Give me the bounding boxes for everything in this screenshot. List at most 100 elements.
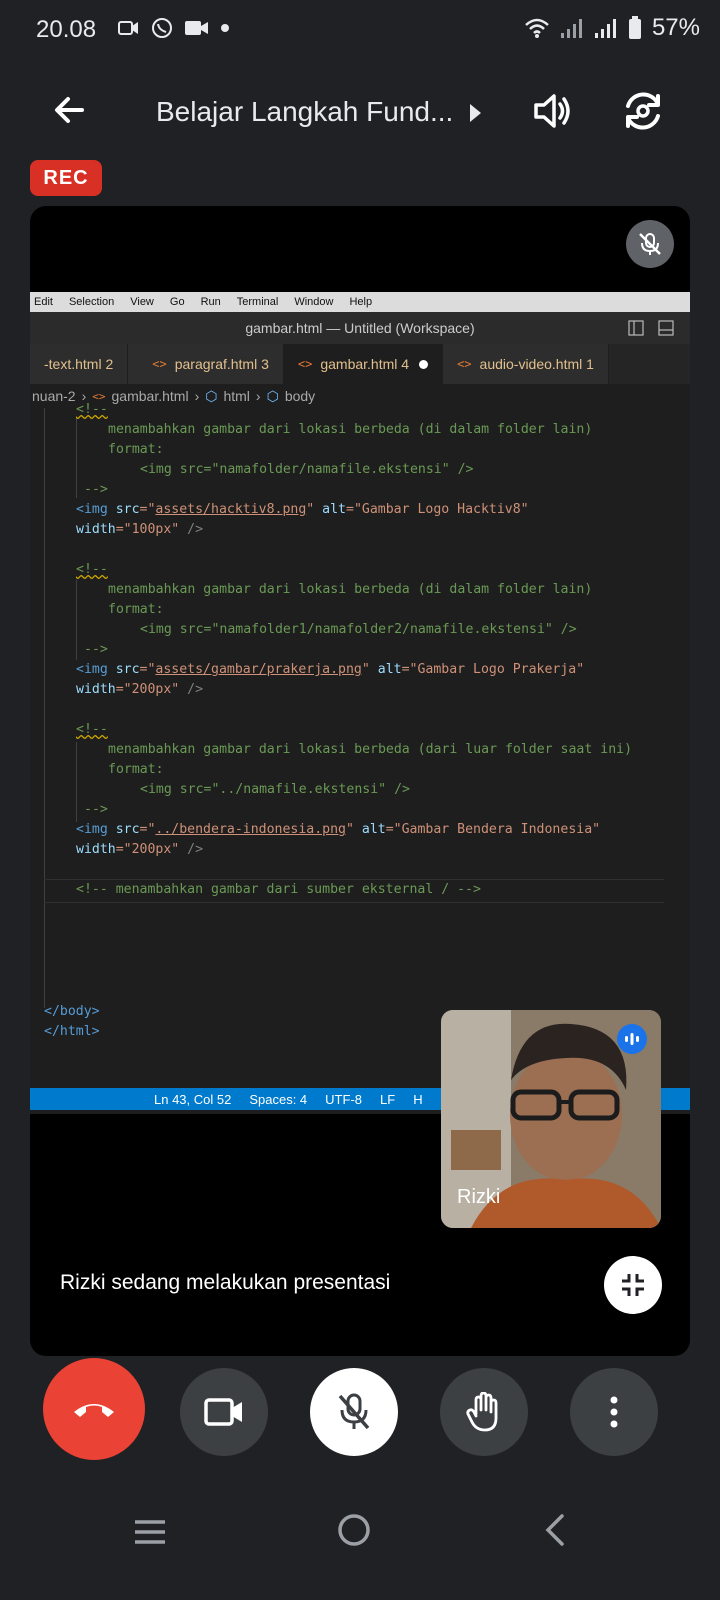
system-back-button[interactable]	[542, 1512, 566, 1553]
code-line: <!--	[76, 402, 108, 417]
self-view-tile[interactable]: Rizki	[441, 1010, 661, 1228]
recents-button[interactable]	[133, 1518, 167, 1551]
html-file-icon: <>	[297, 357, 313, 371]
whatsapp-icon	[152, 18, 172, 38]
raise-hand-icon	[466, 1392, 498, 1432]
code-token: width	[76, 522, 116, 537]
video-call-notification-icon	[118, 21, 138, 35]
home-icon	[338, 1514, 370, 1546]
raise-hand-button[interactable]	[440, 1368, 528, 1456]
fullscreen-exit-icon	[622, 1274, 644, 1296]
menu-run: Run	[200, 296, 221, 308]
tab-label: audio-video.html	[479, 356, 583, 372]
code-token: ="	[139, 662, 156, 677]
back-button[interactable]	[48, 88, 92, 132]
tab-count: 1	[586, 356, 594, 372]
code-token: />	[179, 522, 204, 537]
code-token: "	[345, 822, 362, 837]
code-line: <img src="assets/gambar/prakerja.png" al…	[76, 660, 584, 680]
status-right-icons: 57%	[524, 14, 700, 42]
code-line: format:	[108, 442, 164, 457]
presentation-tile[interactable]: Edit Selection View Go Run Terminal Wind…	[30, 206, 690, 1356]
code-token: ="Gambar Logo Prakerja"	[401, 662, 585, 677]
more-vert-icon	[610, 1396, 618, 1428]
speaking-indicator	[617, 1024, 647, 1054]
language-mode: H	[413, 1091, 423, 1107]
home-button[interactable]	[336, 1512, 372, 1553]
breadcrumb-html: html	[223, 388, 250, 404]
cube-symbol-icon: ⬡	[205, 387, 218, 404]
unsaved-dot-icon	[419, 359, 429, 369]
switch-camera-button[interactable]	[620, 88, 666, 134]
indent-guide	[76, 418, 77, 498]
speaker-button[interactable]	[530, 88, 576, 134]
code-token: />	[179, 842, 204, 857]
code-token: ="	[139, 822, 156, 837]
html-file-icon: <>	[457, 357, 472, 371]
code-token: ="Gambar Bendera Indonesia"	[385, 822, 601, 837]
code-token: ="200px"	[115, 842, 180, 857]
code-token: ="100px"	[115, 522, 180, 537]
code-token: src	[115, 662, 140, 677]
code-token: alt	[361, 822, 386, 837]
code-token: <img	[76, 662, 116, 677]
breadcrumb-file: gambar.html	[111, 388, 189, 404]
code-line: <img src="assets/hacktiv8.png" alt="Gamb…	[76, 500, 529, 520]
breadcrumb-folder: nuan-2	[32, 388, 76, 404]
breadcrumb: nuan-2 › <> gambar.html › ⬡ html › ⬡ bod…	[30, 384, 690, 408]
camera-toggle-button[interactable]	[180, 1368, 268, 1456]
presenting-caption: Rizki sedang melakukan presentasi	[60, 1271, 391, 1294]
tab-paragraf-html: <> paragraf.html 3	[128, 344, 284, 384]
menu-go: Go	[169, 296, 185, 308]
code-line: width="200px" />	[76, 840, 203, 860]
code-token: ="200px"	[115, 682, 180, 697]
code-token: <img	[76, 502, 116, 517]
presenter-muted-indicator	[626, 220, 674, 268]
tab-text-html: -text.html 2	[30, 344, 129, 384]
indent-guide	[76, 742, 77, 822]
vscode-title-bar: gambar.html — Untitled (Workspace)	[30, 312, 690, 344]
code-line: format:	[108, 762, 164, 777]
vscode-menu-bar: Edit Selection View Go Run Terminal Wind…	[30, 292, 690, 312]
chevron-right-icon: ›	[194, 388, 200, 404]
code-line: width="200px" />	[76, 680, 203, 700]
code-line: width="100px" />	[76, 520, 203, 540]
code-line: -->	[84, 802, 108, 817]
code-token: <img	[76, 822, 116, 837]
code-line: <!--	[76, 562, 108, 577]
status-notification-icons	[118, 16, 230, 40]
meet-icon	[185, 21, 208, 35]
back-chevron-icon	[545, 1514, 564, 1546]
play-arrow-icon[interactable]	[470, 104, 481, 122]
indent-guide	[44, 408, 45, 1008]
meeting-title[interactable]: Belajar Langkah Fund...	[156, 96, 453, 128]
menu-view: View	[130, 296, 154, 308]
cursor-position: Ln 43, Col 52	[154, 1091, 232, 1107]
code-token: src	[115, 502, 140, 517]
tab-count: 4	[401, 356, 410, 372]
tab-label: paragraf.html	[174, 356, 258, 372]
indent-guide	[76, 580, 77, 660]
switch-camera-icon	[626, 92, 660, 130]
more-options-button[interactable]	[570, 1368, 658, 1456]
tab-audio-video-html: <> audio-video.html 1	[443, 344, 609, 384]
breadcrumb-body: body	[284, 388, 316, 404]
participant-name: Rizki	[457, 1186, 501, 1208]
code-line: <!--	[76, 722, 108, 737]
line-ending: LF	[380, 1091, 396, 1107]
audio-level-icon	[625, 1033, 639, 1045]
tab-count: 2	[105, 356, 114, 372]
minimize-presentation-button[interactable]	[604, 1256, 662, 1314]
signal-weak-icon	[560, 19, 582, 38]
wifi-icon	[525, 18, 549, 38]
code-line: -->	[84, 642, 108, 657]
signal-icon	[594, 19, 616, 38]
code-token: "	[306, 502, 323, 517]
mic-toggle-button[interactable]	[310, 1368, 398, 1456]
end-call-button[interactable]	[43, 1358, 145, 1460]
mic-off-icon	[338, 1393, 370, 1430]
code-line: menambahkan gambar dari lokasi berbeda (…	[108, 422, 593, 437]
code-token: alt	[377, 662, 402, 677]
tab-label: gambar.html	[320, 356, 398, 372]
menu-selection: Selection	[68, 296, 115, 308]
